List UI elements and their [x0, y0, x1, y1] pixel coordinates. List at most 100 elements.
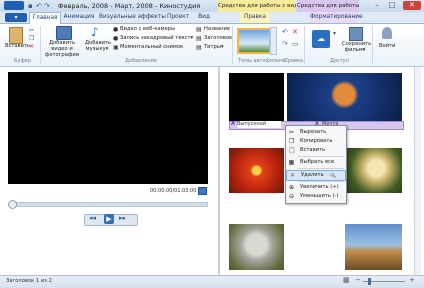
signin-button[interactable]: Войти: [379, 43, 396, 49]
delete-icon[interactable]: ✕: [29, 43, 34, 50]
clip-thumbnail[interactable]: [229, 148, 284, 193]
webcam-icon[interactable]: ●: [113, 26, 118, 33]
context-tab-photo: Средства для работы с ф: [297, 0, 359, 12]
add-music-arrow: ▾: [105, 46, 109, 52]
storyboard-view-icon[interactable]: ▦: [343, 276, 350, 284]
clip-thumbnail[interactable]: [345, 224, 402, 270]
menu-separator: [298, 181, 344, 182]
fullscreen-icon[interactable]: [198, 187, 207, 195]
menu-item-label: Копировать: [300, 138, 333, 144]
minimize-button[interactable]: –: [371, 1, 383, 10]
status-text: Заголовок 1 из 2: [6, 278, 52, 284]
storyboard-scrollbar[interactable]: [414, 67, 421, 275]
microphone-icon[interactable]: ●: [113, 35, 118, 42]
ribbon-separator: [40, 26, 41, 64]
clip-thumbnail[interactable]: [229, 224, 284, 270]
signin-icon[interactable]: [382, 27, 392, 39]
select-all-icon: ▦: [288, 159, 295, 166]
tab-edit[interactable]: Правка: [240, 12, 270, 23]
menu-item-paste[interactable]: 📋 Вставить: [286, 146, 346, 155]
zoom-in-icon[interactable]: +: [409, 276, 415, 284]
cut-icon[interactable]: ✂: [29, 27, 34, 34]
menu-item-copy[interactable]: ❐ Копировать: [286, 137, 346, 146]
narration-label: Запись закадровый текст: [120, 35, 191, 41]
play-button[interactable]: ▶: [104, 214, 114, 224]
delete-icon: ✕: [289, 172, 296, 179]
title-button[interactable]: Название: [204, 26, 230, 32]
context-menu: ✂ Вырезать ❐ Копировать 📋 Вставить ▦ Выбрать…: [285, 125, 347, 204]
pane-splitter[interactable]: [218, 67, 220, 275]
mouse-cursor-icon: ↖: [330, 171, 337, 180]
snapshot-icon[interactable]: ▣: [113, 44, 119, 51]
clip-thumbnail[interactable]: [345, 148, 402, 193]
tab-format[interactable]: Форматирование: [310, 12, 363, 23]
tab-visual-effects[interactable]: Визуальные эффекты: [99, 12, 166, 23]
edit-group-label: Правка: [284, 58, 304, 64]
zoom-out-icon[interactable]: −: [355, 276, 361, 284]
menu-item-label: Уменьшить (-): [300, 193, 339, 199]
menu-item-zoom-out[interactable]: ⊖ Уменьшить (-): [286, 192, 346, 201]
narration-button[interactable]: Запись закадровый текст▾: [120, 35, 193, 41]
remove-icon[interactable]: ✕: [292, 28, 298, 36]
redo-icon[interactable]: ↷: [44, 2, 50, 10]
menu-item-label: Увеличить (+): [300, 184, 339, 190]
menu-separator: [298, 156, 344, 157]
music-note-icon[interactable]: ♪: [91, 25, 99, 39]
rotate-right-icon[interactable]: ↷: [282, 40, 288, 48]
next-frame-icon[interactable]: ▸▸: [119, 214, 126, 222]
file-menu-button[interactable]: [4, 1, 24, 10]
scissors-icon: ✂: [288, 129, 295, 136]
onedrive-icon[interactable]: ☁: [312, 30, 330, 48]
tab-view[interactable]: Вид: [194, 12, 214, 23]
share-more-icon[interactable]: ▾: [333, 30, 336, 37]
theme-gallery-scroll[interactable]: [270, 27, 277, 55]
ribbon-separator: [232, 26, 233, 64]
paste-button-label[interactable]: Вставить: [5, 43, 30, 49]
save-icon[interactable]: ▪: [28, 2, 33, 10]
clip-thumbnail[interactable]: [287, 73, 402, 121]
timecode: 00:00,00/01:03,00: [150, 188, 197, 194]
credits-arrow: ▾: [220, 44, 224, 50]
ribbon-separator: [372, 26, 373, 64]
copy-icon[interactable]: ❐: [29, 35, 34, 42]
tab-animation[interactable]: Анимация: [62, 12, 96, 23]
application-menu-button[interactable]: ▾: [5, 13, 27, 22]
automovie-theme-thumbnail[interactable]: [237, 28, 271, 54]
tab-project[interactable]: Проект: [164, 12, 192, 23]
add-group-label: Добавление: [125, 58, 157, 64]
menu-item-label: Выбрать все: [300, 159, 335, 165]
title-icon[interactable]: ▤: [196, 26, 202, 33]
menu-item-zoom-in[interactable]: ⊕ Увеличить (+): [286, 183, 346, 192]
tab-home[interactable]: Главная: [29, 12, 61, 24]
menu-item-select-all[interactable]: ▦ Выбрать все: [286, 158, 346, 167]
clip-caption-icon: A: [231, 121, 235, 127]
menu-item-label: Вставить: [300, 147, 326, 153]
menu-item-delete[interactable]: ✕ Удалить: [286, 170, 346, 181]
paste-icon[interactable]: [9, 27, 23, 44]
zoom-out-icon: ⊖: [288, 193, 295, 200]
undo-icon[interactable]: ↶: [36, 2, 42, 10]
clip-caption[interactable]: Выпускной: [237, 121, 281, 128]
credits-button[interactable]: Титры▾: [204, 44, 224, 50]
previous-frame-icon[interactable]: ◂◂: [89, 214, 96, 222]
maximize-button[interactable]: □: [386, 1, 398, 10]
snapshot-button[interactable]: Моментальный снимок: [120, 44, 183, 50]
caption-button[interactable]: Заголовок: [204, 35, 232, 41]
clip-thumbnail[interactable]: [229, 73, 284, 121]
seek-thumb[interactable]: [8, 200, 17, 209]
save-movie-icon[interactable]: [349, 27, 363, 41]
zoom-slider-thumb[interactable]: [368, 278, 371, 285]
seek-bar[interactable]: [10, 202, 208, 207]
credits-icon[interactable]: ▤: [196, 44, 202, 51]
add-media-icon[interactable]: [56, 26, 72, 40]
close-button[interactable]: ✕: [403, 1, 421, 10]
caption-icon[interactable]: ▤: [196, 35, 202, 42]
video-preview[interactable]: [8, 72, 208, 184]
save-movie-button[interactable]: Сохранить фильм▾: [342, 41, 371, 53]
add-media-button[interactable]: Добавить видео и фотографии: [44, 40, 80, 58]
rotate-left-icon[interactable]: ↶: [282, 28, 288, 36]
webcam-button[interactable]: Видео с веб-камеры: [120, 26, 175, 32]
menu-item-cut[interactable]: ✂ Вырезать: [286, 128, 346, 137]
select-icon[interactable]: ▭: [292, 40, 299, 48]
add-music-button[interactable]: Добавить музыку▾: [85, 40, 111, 52]
